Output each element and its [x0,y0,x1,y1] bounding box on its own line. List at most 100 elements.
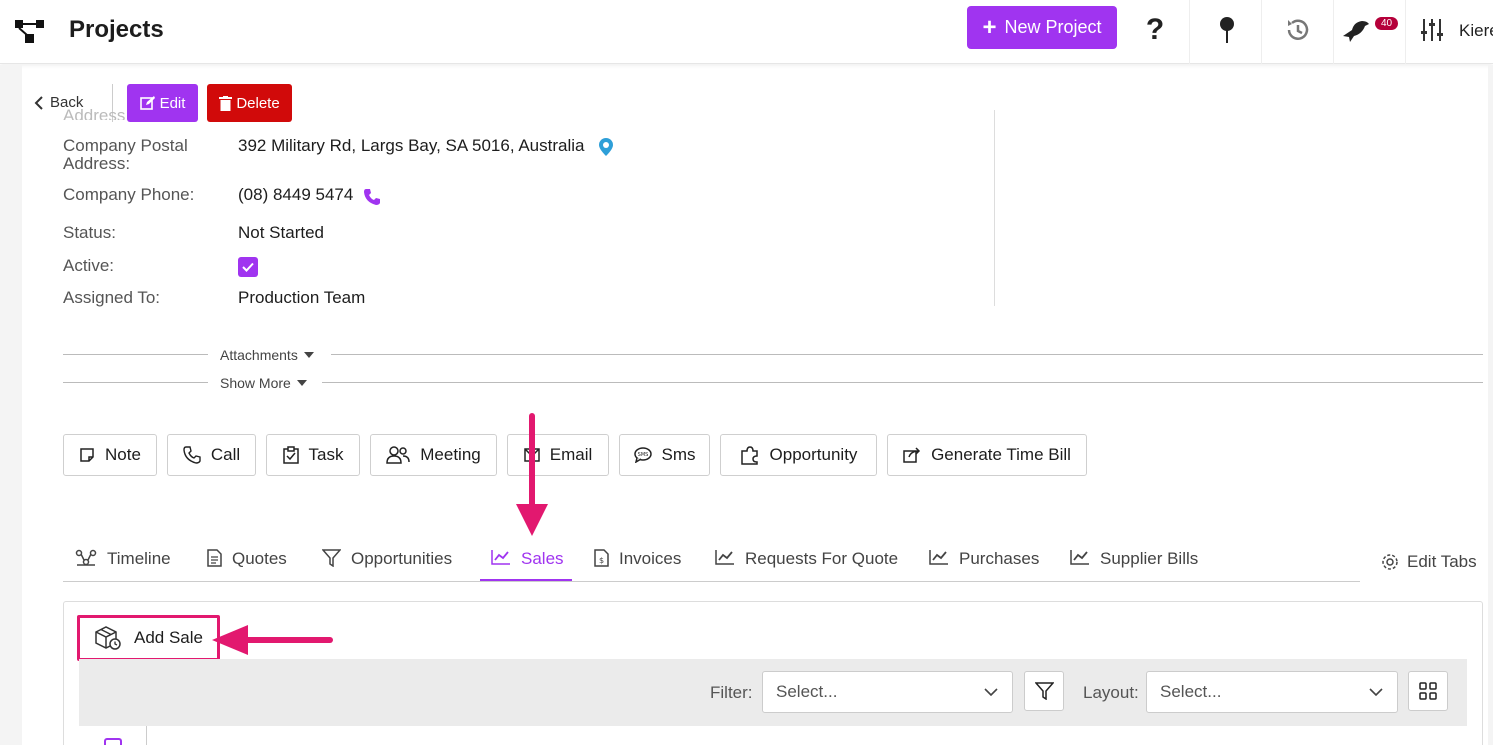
tab-quotes[interactable]: Quotes [207,549,287,581]
sms-button[interactable]: SMS Sms [619,434,710,476]
new-project-button[interactable]: + New Project [967,6,1117,49]
divider [331,354,1483,355]
note-button[interactable]: Note [63,434,157,476]
tab-invoices[interactable]: $ Invoices [594,549,681,581]
active-checkbox[interactable] [238,257,258,277]
meeting-button[interactable]: Meeting [370,434,497,476]
tab-label: Supplier Bills [1100,549,1199,568]
app-logo-icon[interactable] [14,18,46,46]
plus-icon: + [982,13,997,41]
tab-purchases[interactable]: Purchases [929,549,1039,581]
filter-select[interactable]: Select... [762,671,1013,713]
edit-icon [139,96,155,110]
edit-label: Edit [159,94,186,112]
settings-sliders-icon[interactable] [1418,10,1446,50]
attachments-toggle[interactable]: Attachments [220,347,314,363]
phone-call-icon[interactable] [363,188,381,211]
user-menu[interactable]: Kiere [1459,21,1493,41]
layout-label: Layout: [1083,683,1139,702]
top-bar: Projects + New Project ? 40 Kier [0,0,1493,64]
pin-icon[interactable] [1212,10,1242,50]
show-more-toggle[interactable]: Show More [220,375,307,391]
filter-icon [322,549,341,567]
chevron-left-icon [34,95,43,110]
annotation-arrow-left-icon [212,625,333,655]
document-icon [207,549,222,567]
annotation-arrow-down-icon [516,413,548,536]
gear-icon [1382,554,1398,570]
check-icon [242,262,254,272]
sms-icon: SMS [633,447,652,463]
field-label-active: Active: [63,256,115,275]
divider [1405,0,1406,64]
generate-time-bill-label: Generate Time Bill [931,445,1071,464]
field-value-status: Not Started [238,223,324,242]
right-scroll-rail[interactable] [1488,65,1493,745]
divider [1333,0,1334,64]
filter-select-value: Select... [776,682,838,701]
tab-label: Requests For Quote [745,549,899,568]
field-label-assigned-to: Assigned To: [63,288,161,307]
tab-opportunities[interactable]: Opportunities [322,549,452,581]
page-title: Projects [69,16,164,43]
note-label: Note [105,445,141,464]
show-more-label: Show More [220,375,291,391]
chart-icon [491,550,510,565]
tab-label: Sales [521,549,564,568]
bird-notification-icon[interactable] [1339,10,1373,50]
delete-label: Delete [236,94,280,112]
opportunity-button[interactable]: Opportunity [720,434,877,476]
tab-label: Invoices [619,549,682,568]
address-label-partial: Address [63,106,126,120]
divider [1189,0,1190,64]
add-sale-button[interactable]: Add Sale [80,618,217,658]
trash-icon [219,95,233,111]
edit-button[interactable]: Edit [127,84,198,122]
chevron-down-icon [1369,688,1383,696]
phone-icon [183,446,201,464]
note-icon [80,448,94,462]
tab-sales[interactable]: Sales [480,549,572,581]
sms-label: Sms [661,445,696,464]
history-icon[interactable] [1283,10,1313,50]
tab-requests-for-quote[interactable]: Requests For Quote [715,549,898,581]
chevron-down-icon [984,688,998,696]
filter-label: Filter: [710,683,753,702]
svg-text:SMS: SMS [637,452,648,458]
tab-timeline[interactable]: Timeline [75,549,171,581]
help-icon[interactable]: ? [1140,10,1170,50]
add-sale-label: Add Sale [134,628,203,647]
task-button[interactable]: Task [266,434,360,476]
generate-time-bill-button[interactable]: Generate Time Bill [887,434,1087,476]
meeting-label: Meeting [420,445,481,464]
clipboard-check-icon [282,446,299,464]
call-button[interactable]: Call [167,434,256,476]
notification-badge: 40 [1375,17,1399,30]
grid-icon [1419,682,1437,700]
apply-filter-button[interactable] [1024,671,1064,711]
chart-icon [1070,550,1089,565]
field-label-postal-address: Company Postal Address: [63,136,188,173]
tab-label: Timeline [107,549,171,568]
email-label: Email [549,445,593,464]
layout-select[interactable]: Select... [1146,671,1398,713]
users-icon [386,446,410,464]
divider [322,382,1483,383]
invoice-icon: $ [594,549,609,567]
opportunity-label: Opportunity [769,445,858,464]
delete-button[interactable]: Delete [207,84,292,122]
field-value-phone: (08) 8449 5474 [238,185,354,204]
postal-address-text: 392 Military Rd, Largs Bay, SA 5016, Aus… [238,136,585,155]
caret-down-icon [303,352,314,358]
layout-grid-button[interactable] [1408,671,1448,711]
edit-tabs-button[interactable]: Edit Tabs [1381,552,1477,572]
attachments-label: Attachments [220,347,298,363]
left-rail [0,65,22,745]
tab-supplier-bills[interactable]: Supplier Bills [1070,549,1198,581]
select-all-checkbox[interactable] [104,738,122,745]
map-pin-icon[interactable] [597,137,615,162]
tab-label: Quotes [232,549,287,568]
call-label: Call [210,445,241,464]
chart-icon [929,550,948,565]
package-clock-icon [95,626,121,650]
